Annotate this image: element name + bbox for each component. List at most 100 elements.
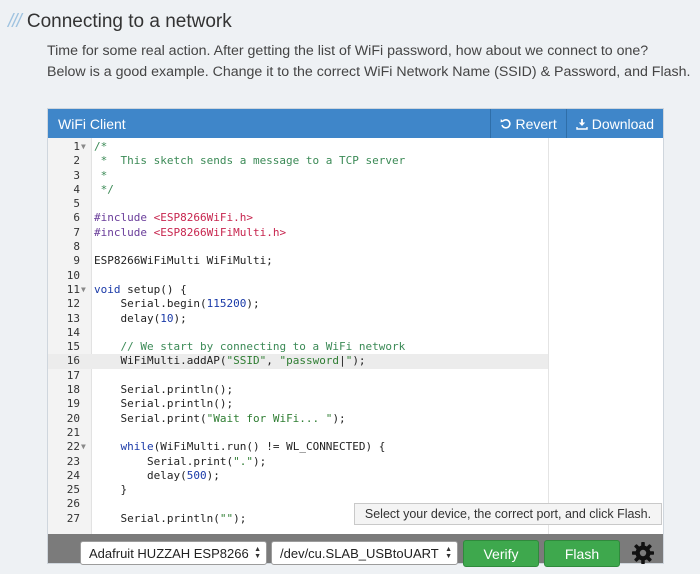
code-text: Serial.println(); bbox=[94, 397, 234, 411]
code-line[interactable]: 25 } bbox=[48, 483, 548, 497]
code-line[interactable]: 9 ESP8266WiFiMulti WiFiMulti; bbox=[48, 254, 548, 268]
flash-tooltip: Select your device, the correct port, an… bbox=[354, 503, 662, 525]
intro-text: Time for some real action. After getting… bbox=[47, 41, 691, 83]
code-line[interactable]: 2 * This sketch sends a message to a TCP… bbox=[48, 154, 548, 168]
code-line[interactable]: 7 #include <ESP8266WiFiMulti.h> bbox=[48, 226, 548, 240]
line-number: 15 bbox=[66, 340, 80, 354]
device-select[interactable]: Adafruit HUZZAH ESP8266 ▲ ▼ bbox=[80, 541, 267, 565]
code-line[interactable]: 21 bbox=[48, 426, 548, 440]
code-text: /* bbox=[94, 140, 108, 153]
line-number: 7 bbox=[73, 225, 80, 239]
code-text: void setup() { bbox=[94, 282, 187, 296]
line-number: 10 bbox=[66, 268, 80, 282]
code-text: // We start by connecting to a WiFi netw… bbox=[120, 340, 406, 354]
code-line[interactable]: 14 bbox=[48, 326, 548, 340]
line-number: 17 bbox=[66, 368, 80, 382]
code-line[interactable]: 13 delay(10); bbox=[48, 312, 548, 326]
code-text: Serial.print("Wait for WiFi... "); bbox=[94, 411, 346, 425]
code-area[interactable]: 1 ▼/* 2 * This sketch sends a message to a… bbox=[48, 138, 548, 526]
line-number: 11 bbox=[66, 282, 80, 296]
code-text: #include <ESP8266WiFiMulti.h> bbox=[94, 225, 287, 239]
code-text: } bbox=[94, 483, 128, 497]
line-number: 3 bbox=[73, 168, 80, 182]
code-text: delay(500); bbox=[94, 468, 220, 482]
flash-toolbar: Adafruit HUZZAH ESP8266 ▲ ▼ /dev/cu.SLAB_… bbox=[48, 534, 663, 567]
fold-arrow-icon[interactable]: ▼ bbox=[81, 140, 86, 154]
code-text: WiFiMulti.addAP("SSID", "password|"); bbox=[94, 354, 366, 368]
section-heading: Connecting to a network bbox=[26, 11, 232, 32]
code-line[interactable]: 18 Serial.println(); bbox=[48, 383, 548, 397]
code-text: */ bbox=[94, 182, 114, 196]
panel-header: WiFi Client Revert Download bbox=[48, 109, 663, 138]
download-label: Download bbox=[591, 115, 654, 132]
code-line[interactable]: 22 ▼ while(WiFiMulti.run() != WL_CONNECTE… bbox=[48, 440, 548, 454]
panel-title: WiFi Client bbox=[58, 115, 126, 132]
line-number: 6 bbox=[73, 211, 80, 225]
code-line[interactable]: 24 delay(500); bbox=[48, 469, 548, 483]
section-title: /// Connecting to a network bbox=[8, 8, 232, 36]
revert-label: Revert bbox=[515, 115, 557, 132]
code-line[interactable]: 17 bbox=[48, 369, 548, 383]
line-number: 5 bbox=[73, 197, 80, 211]
line-number: 26 bbox=[66, 497, 80, 511]
code-line[interactable]: 8 bbox=[48, 240, 548, 254]
line-number: 16 bbox=[66, 354, 80, 368]
code-line[interactable]: 11 ▼ void setup() { bbox=[48, 283, 548, 297]
line-number: 27 bbox=[66, 511, 80, 525]
fold-arrow-icon[interactable]: ▼ bbox=[81, 440, 86, 454]
code-text: * This sketch sends a message to a TCP s… bbox=[94, 154, 406, 168]
code-text: Serial.print("."); bbox=[94, 454, 267, 468]
code-text: Serial.println(""); bbox=[94, 511, 247, 525]
code-line[interactable]: 10 bbox=[48, 269, 548, 283]
code-line[interactable]: 15 // We start by connecting to a WiFi n… bbox=[48, 340, 548, 354]
line-number: 4 bbox=[73, 182, 80, 196]
gear-icon[interactable] bbox=[631, 541, 655, 565]
fold-arrow-icon[interactable]: ▼ bbox=[81, 283, 86, 297]
revert-icon bbox=[500, 118, 511, 129]
line-number: 18 bbox=[66, 383, 80, 397]
line-number: 9 bbox=[73, 254, 80, 268]
line-number: 14 bbox=[66, 325, 80, 339]
code-text: * bbox=[94, 168, 108, 182]
editor-right-pane bbox=[548, 138, 663, 534]
code-text: #include <ESP8266WiFi.h> bbox=[94, 211, 253, 225]
select-arrows-icon: ▲ ▼ bbox=[254, 546, 261, 560]
line-number: 20 bbox=[66, 411, 80, 425]
line-number: 1 bbox=[73, 140, 80, 153]
line-number: 21 bbox=[66, 425, 80, 439]
code-line[interactable]: 19 Serial.println(); bbox=[48, 397, 548, 411]
code-line[interactable]: 1 ▼ /* bbox=[48, 140, 548, 154]
revert-button[interactable]: Revert bbox=[489, 109, 566, 138]
code-text: Serial.println(); bbox=[94, 383, 234, 397]
intro-line-2: Below is a good example. Change it to th… bbox=[47, 64, 691, 80]
code-text: Serial.begin(115200); bbox=[94, 297, 260, 311]
port-select-value: /dev/cu.SLAB_USBtoUART bbox=[280, 545, 439, 561]
code-text: ESP8266WiFiMulti WiFiMulti; bbox=[94, 254, 273, 268]
flash-button[interactable]: Flash bbox=[544, 540, 620, 567]
code-line[interactable]: 16 WiFiMulti.addAP("SSID", "password|"); bbox=[48, 354, 548, 369]
code-line[interactable]: 12 Serial.begin(115200); bbox=[48, 297, 548, 311]
line-number: 19 bbox=[66, 397, 80, 411]
download-button[interactable]: Download bbox=[565, 109, 663, 138]
code-line[interactable]: 5 bbox=[48, 197, 548, 211]
device-select-value: Adafruit HUZZAH ESP8266 bbox=[89, 545, 249, 561]
code-text: while(WiFiMulti.run() != WL_CONNECTED) { bbox=[120, 440, 386, 454]
line-number: 24 bbox=[66, 468, 80, 482]
line-number: 23 bbox=[66, 454, 80, 468]
code-line[interactable]: 4 */ bbox=[48, 183, 548, 197]
code-line[interactable]: 6 #include <ESP8266WiFi.h> bbox=[48, 211, 548, 225]
port-select[interactable]: /dev/cu.SLAB_USBtoUART ▲ ▼ bbox=[271, 541, 458, 565]
code-line[interactable]: 23 Serial.print("."); bbox=[48, 455, 548, 469]
code-text: delay(10); bbox=[94, 311, 187, 325]
code-line[interactable]: 20 Serial.print("Wait for WiFi... "); bbox=[48, 412, 548, 426]
line-number: 2 bbox=[73, 154, 80, 168]
code-line[interactable]: 3 * bbox=[48, 169, 548, 183]
section-slashes: /// bbox=[8, 11, 22, 32]
line-number: 22 bbox=[66, 440, 80, 454]
select-arrows-icon: ▲ ▼ bbox=[445, 546, 452, 560]
code-editor[interactable]: 1 ▼/* 2 * This sketch sends a message to a… bbox=[48, 138, 548, 534]
line-number: 12 bbox=[66, 297, 80, 311]
verify-button[interactable]: Verify bbox=[463, 540, 539, 567]
download-icon bbox=[576, 118, 588, 130]
intro-line-1: Time for some real action. After getting… bbox=[47, 43, 649, 59]
